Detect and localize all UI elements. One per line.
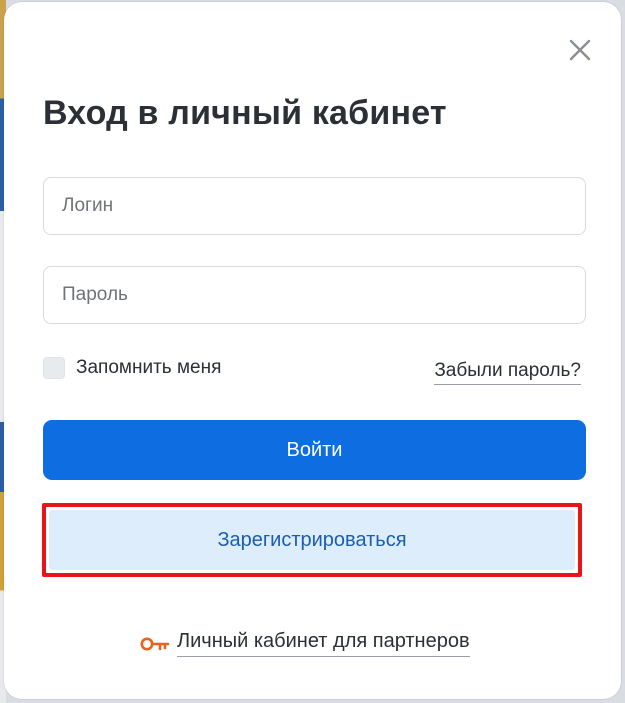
remember-label: Запомнить меня	[76, 357, 222, 378]
login-modal: Вход в личный кабинет Запомнить меня Заб…	[4, 2, 621, 699]
register-button[interactable]: Зарегистрироваться	[49, 510, 575, 570]
key-icon	[140, 637, 170, 650]
modal-title: Вход в личный кабинет	[43, 94, 447, 132]
partner-cabinet-link[interactable]: Личный кабинет для партнеров	[140, 630, 470, 657]
remember-me[interactable]: Запомнить меня	[43, 357, 221, 379]
login-input[interactable]	[43, 177, 586, 235]
forgot-password-link[interactable]: Забыли пароль?	[434, 360, 581, 385]
close-icon	[569, 39, 591, 61]
partner-cabinet-label: Личный кабинет для партнеров	[177, 630, 470, 657]
remember-checkbox[interactable]	[43, 357, 65, 379]
login-button[interactable]: Войти	[43, 420, 586, 480]
password-input[interactable]	[43, 266, 586, 324]
close-button[interactable]	[566, 36, 594, 64]
